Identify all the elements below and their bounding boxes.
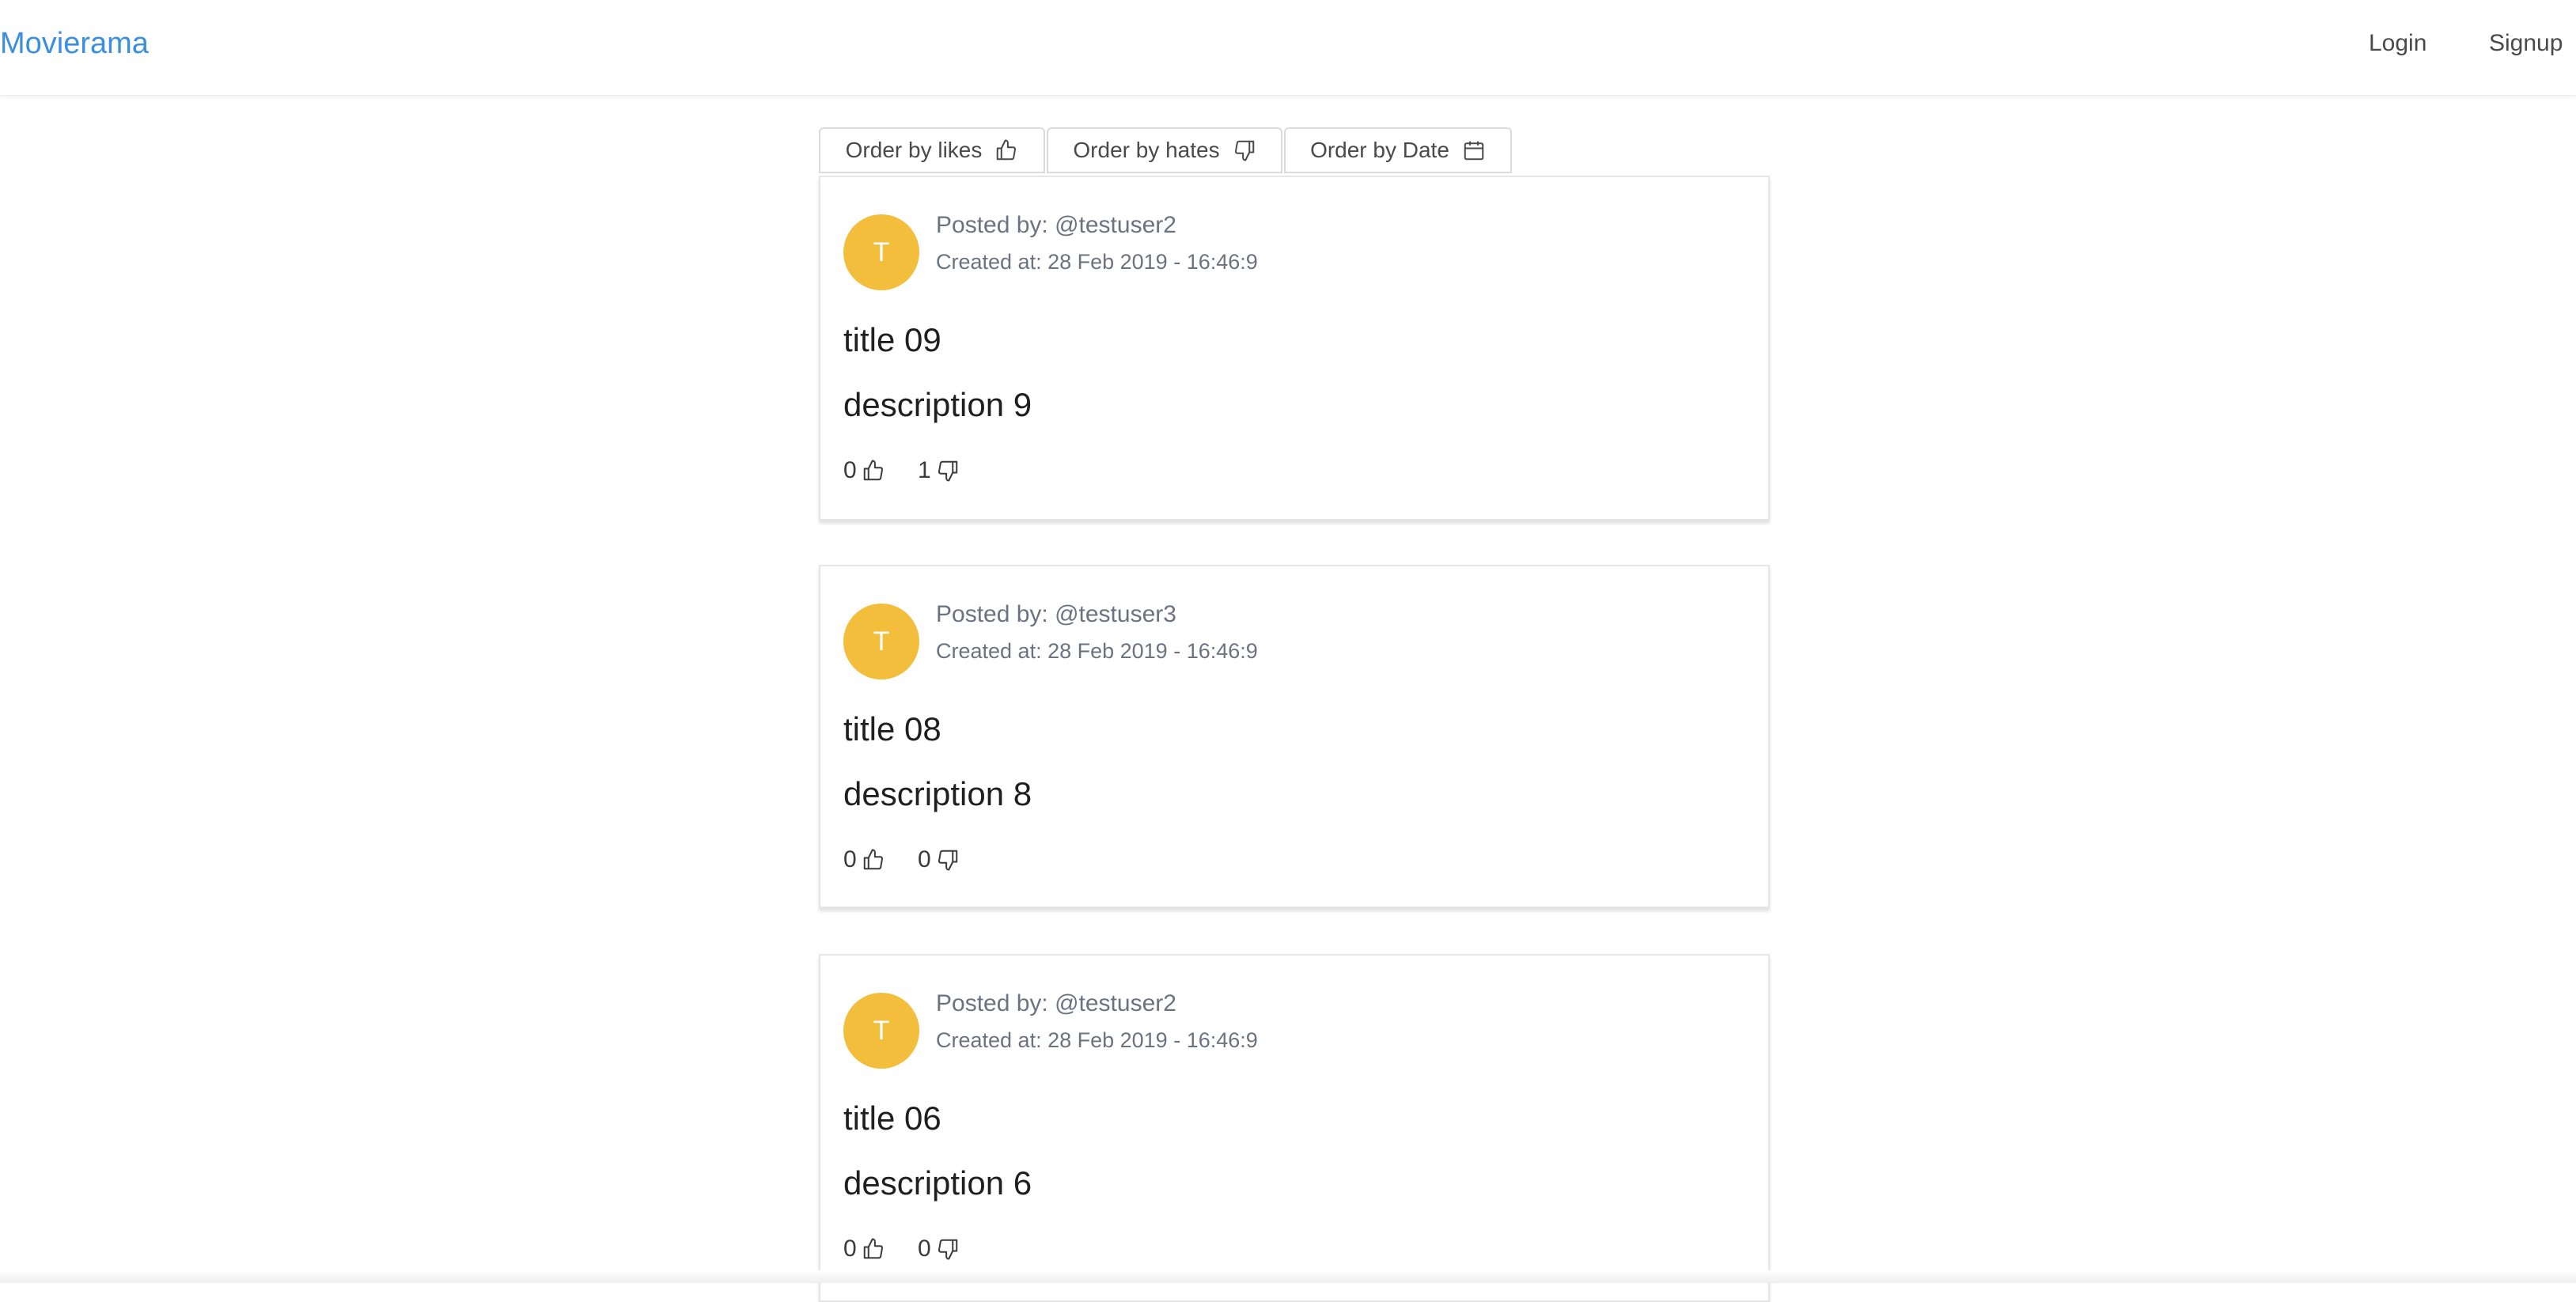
thumbs-down-icon — [938, 1239, 957, 1260]
order-by-hates-button[interactable]: Order by hates — [1047, 127, 1282, 173]
order-by-hates-label: Order by hates — [1073, 138, 1220, 162]
like-count: 0 — [843, 457, 857, 483]
order-by-likes-button[interactable]: Order by likes — [819, 127, 1045, 173]
like-count: 0 — [843, 1236, 857, 1262]
post-created-at: Created at: 28 Feb 2019 - 16:46:9 — [936, 639, 1258, 663]
hate-button[interactable]: 1 — [918, 457, 960, 484]
order-by-date-button[interactable]: Order by Date — [1284, 127, 1512, 173]
thumbs-up-icon — [997, 139, 1017, 161]
post-description: description 9 — [843, 386, 1032, 423]
navbar: Movierama Login Signup — [0, 0, 2576, 96]
post-description: description 6 — [843, 1164, 1032, 1202]
post-description: description 8 — [843, 775, 1032, 812]
order-by-likes-label: Order by likes — [845, 138, 983, 162]
like-button[interactable]: 0 — [843, 1236, 885, 1262]
thumbs-down-icon — [1234, 140, 1254, 161]
hate-button[interactable]: 0 — [918, 846, 960, 873]
post-title: title 08 — [843, 710, 941, 748]
post-author[interactable]: Posted by: @testuser2 — [936, 212, 1176, 239]
viewport-bottom-edge — [0, 1270, 2576, 1283]
like-count: 0 — [843, 846, 857, 872]
signup-link[interactable]: Signup — [2489, 30, 2563, 57]
post-created-at: Created at: 28 Feb 2019 - 16:46:9 — [936, 250, 1258, 274]
login-link[interactable]: Login — [2369, 30, 2426, 57]
post-title: title 06 — [843, 1100, 941, 1137]
post-card: T Posted by: @testuser2 Created at: 28 F… — [819, 176, 1770, 520]
avatar: T — [843, 214, 919, 290]
like-button[interactable]: 0 — [843, 457, 885, 484]
thumbs-down-icon — [938, 460, 957, 482]
post-created-at: Created at: 28 Feb 2019 - 16:46:9 — [936, 1028, 1258, 1052]
thumbs-up-icon — [863, 460, 883, 481]
like-button[interactable]: 0 — [843, 846, 885, 873]
thumbs-up-icon — [863, 1238, 883, 1259]
post-card: T Posted by: @testuser2 Created at: 28 F… — [819, 954, 1770, 1302]
order-by-date-label: Order by Date — [1310, 138, 1449, 162]
post-title: title 09 — [843, 321, 941, 358]
post-author[interactable]: Posted by: @testuser3 — [936, 601, 1176, 628]
thumbs-down-icon — [938, 850, 957, 871]
post-author[interactable]: Posted by: @testuser2 — [936, 990, 1176, 1017]
hate-count: 0 — [918, 846, 931, 872]
hate-count: 0 — [918, 1236, 931, 1262]
calendar-icon — [1464, 141, 1484, 161]
avatar: T — [843, 993, 919, 1069]
brand-logo[interactable]: Movierama — [0, 27, 149, 61]
avatar: T — [843, 604, 919, 679]
hate-button[interactable]: 0 — [918, 1236, 960, 1262]
post-card: T Posted by: @testuser3 Created at: 28 F… — [819, 565, 1770, 908]
hate-count: 1 — [918, 457, 931, 483]
thumbs-up-icon — [863, 849, 883, 870]
